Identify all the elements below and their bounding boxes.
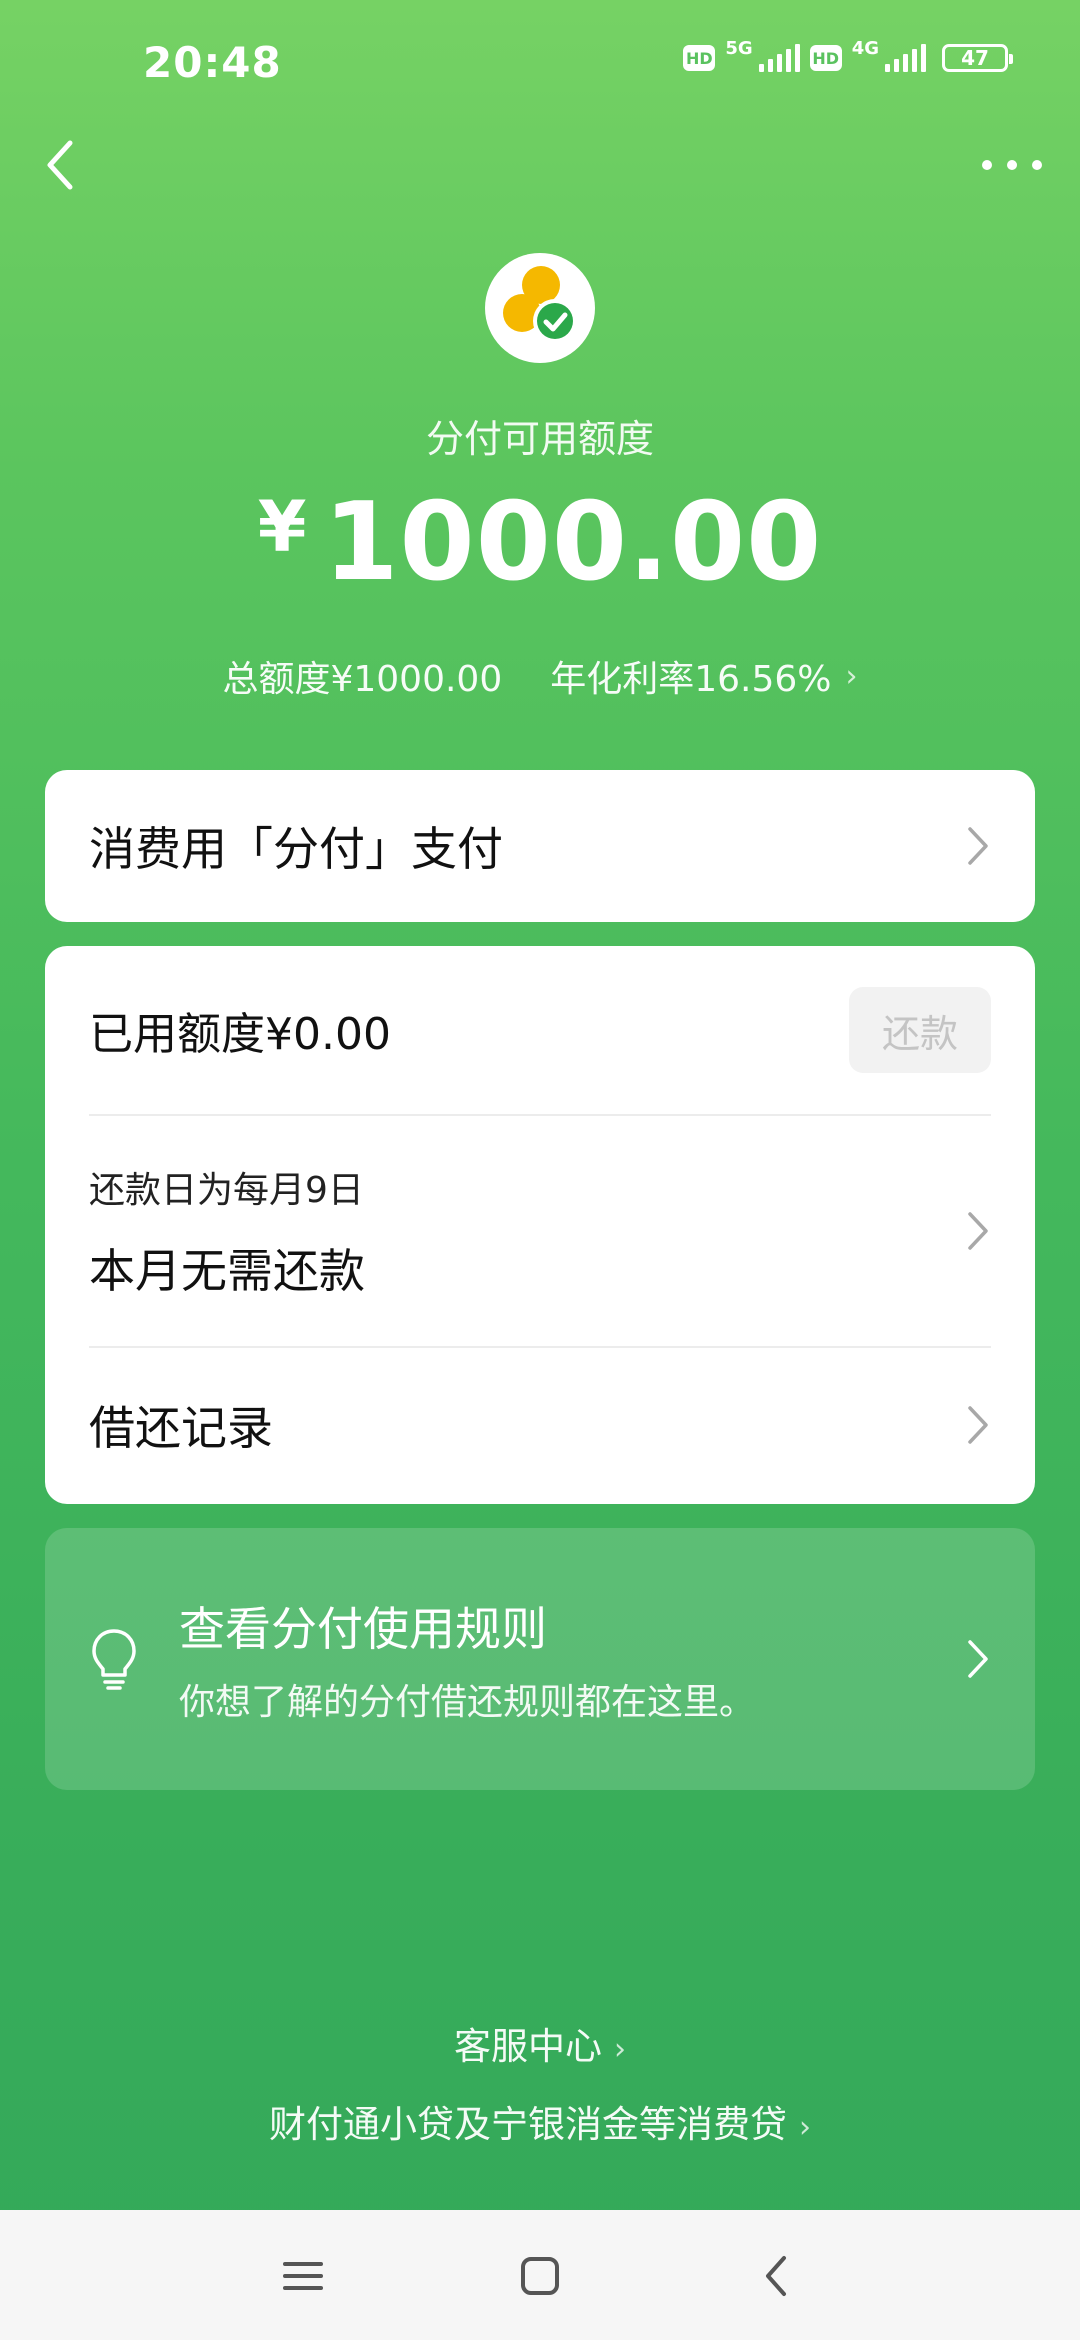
lightbulb-icon: [92, 1629, 136, 1690]
pay-with-fenfu-card[interactable]: 消费用「分付」支付: [45, 770, 1035, 922]
hd-badge: HD: [809, 45, 842, 71]
chevron-right-icon: [968, 1212, 988, 1250]
limit-rate-info[interactable]: 总额度¥1000.00 年化利率16.56% ›: [0, 650, 1080, 702]
chevron-right-icon: [968, 1406, 988, 1444]
chevron-right-icon: ›: [614, 2032, 626, 2067]
used-limit-row: 已用额度¥0.00 还款: [89, 946, 991, 1116]
hd-badge: HD: [683, 45, 716, 71]
more-dots-icon: [982, 160, 992, 170]
annual-rate-text[interactable]: 年化利率16.56%: [550, 650, 831, 702]
chevron-right-icon: ›: [799, 2110, 811, 2145]
status-icons: HD 5G HD 4G 47: [683, 38, 1013, 72]
chevron-right-icon: [968, 1640, 988, 1678]
menu-icon: [283, 2262, 323, 2290]
signal-icon: [758, 44, 800, 72]
usage-rules-card[interactable]: 查看分付使用规则 你想了解的分付借还规则都在这里。: [45, 1528, 1035, 1790]
amount-value: 1000.00: [323, 480, 823, 605]
chevron-right-icon: [968, 827, 988, 865]
network-4g-label: 4G: [851, 37, 879, 59]
repayment-due-row[interactable]: 还款日为每月9日 本月无需还款: [89, 1116, 991, 1348]
history-label: 借还记录: [89, 1401, 273, 1455]
chevron-right-icon: ›: [845, 658, 858, 694]
available-limit-label: 分付可用额度: [425, 417, 654, 461]
battery-level: 47: [961, 46, 989, 70]
back-triangle-icon: [766, 2256, 786, 2296]
consumer-loan-label: 财付通小贷及宁银消金等消费贷: [269, 2103, 787, 2146]
available-limit-amount: ¥1000.00: [0, 480, 1080, 605]
currency-symbol: ¥: [257, 486, 308, 568]
pay-with-fenfu-label: 消费用「分付」支付: [89, 822, 503, 876]
system-navigation-bar: [0, 2210, 1080, 2340]
customer-service-label: 客服中心: [454, 2025, 602, 2068]
home-button[interactable]: [510, 2246, 570, 2306]
borrow-repay-history-row[interactable]: 借还记录: [89, 1348, 991, 1502]
signal-icon: [885, 44, 926, 72]
back-arrow-icon: [47, 140, 73, 190]
recent-apps-button[interactable]: [273, 2246, 333, 2306]
consumer-loan-info-link[interactable]: 财付通小贷及宁银消金等消费贷 ›: [0, 2094, 1080, 2148]
repayment-card: 已用额度¥0.00 还款 还款日为每月9日 本月无需还款 借还记录: [45, 946, 1035, 1504]
fenfu-logo-icon: [503, 266, 577, 343]
system-back-button[interactable]: [746, 2246, 806, 2306]
fenfu-logo: [485, 253, 595, 363]
back-button[interactable]: [40, 135, 80, 195]
rules-title: 查看分付使用规则: [179, 1602, 547, 1656]
due-status-text: 本月无需还款: [89, 1244, 365, 1298]
repay-button[interactable]: 还款: [849, 987, 991, 1073]
total-limit-text: 总额度¥1000.00: [222, 659, 503, 700]
network-5g-label: 5G: [725, 37, 753, 59]
due-day-text: 还款日为每月9日: [89, 1170, 364, 1211]
status-bar: 20:48 HD 5G HD 4G 47: [0, 0, 1080, 130]
status-time: 20:48: [143, 38, 282, 87]
customer-service-link[interactable]: 客服中心 ›: [0, 2016, 1080, 2070]
used-limit-text: 已用额度¥0.00: [89, 1009, 391, 1060]
more-options-button[interactable]: [982, 145, 1042, 185]
rules-subtitle: 你想了解的分付借还规则都在这里。: [179, 1682, 756, 1723]
home-square-icon: [521, 2257, 559, 2295]
battery-icon: 47: [942, 44, 1013, 72]
